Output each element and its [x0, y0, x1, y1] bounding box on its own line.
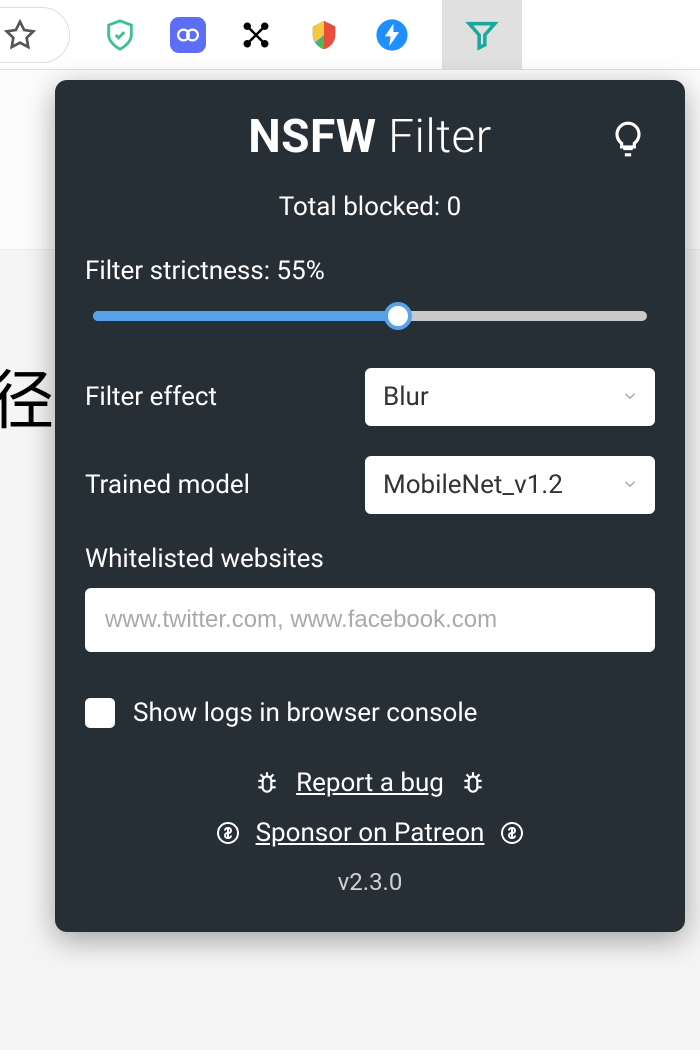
link-circle-icon	[170, 15, 206, 55]
sponsor-link[interactable]: Sponsor on Patreon	[256, 818, 485, 848]
extension-icon-lightning[interactable]	[374, 17, 410, 53]
popup-title-strong: NSFW	[248, 110, 376, 164]
extension-popup: NSFW Filter Total blocked: 0 Filter stri…	[55, 80, 685, 932]
filter-effect-label: Filter effect	[85, 382, 217, 412]
dollar-circle-icon	[216, 821, 240, 845]
show-logs-checkbox[interactable]	[85, 698, 115, 728]
extension-icon-globe[interactable]	[306, 17, 342, 53]
filter-funnel-icon	[465, 18, 499, 52]
bug-icon	[254, 770, 280, 796]
network-nodes-icon	[241, 20, 271, 50]
whitelist-input[interactable]	[85, 588, 655, 652]
lightbulb-icon	[609, 120, 647, 158]
popup-header: NSFW Filter	[85, 110, 655, 164]
star-icon	[4, 19, 36, 51]
lightning-icon	[375, 18, 409, 52]
dollar-circle-icon	[500, 821, 524, 845]
trained-model-label: Trained model	[85, 470, 250, 500]
chevron-down-icon	[621, 382, 639, 412]
bookmark-pill[interactable]	[0, 7, 70, 63]
filter-effect-select[interactable]: Blur	[365, 368, 655, 426]
extension-icon-shield[interactable]	[102, 17, 138, 53]
show-logs-label: Show logs in browser console	[133, 698, 477, 728]
trained-model-value: MobileNet_v1.2	[383, 470, 563, 500]
sponsor-row: Sponsor on Patreon	[85, 818, 655, 848]
filter-effect-row: Filter effect Blur	[85, 368, 655, 426]
background-cjk-text: 径	[0, 350, 54, 442]
extension-icon-filter-active[interactable]	[442, 0, 522, 70]
extension-icon-nodes[interactable]	[238, 17, 274, 53]
show-logs-row[interactable]: Show logs in browser console	[85, 698, 655, 728]
browser-toolbar	[0, 0, 700, 70]
filter-effect-value: Blur	[383, 382, 429, 412]
globe-shield-icon	[307, 18, 341, 52]
extension-icon-link[interactable]	[170, 17, 206, 53]
strictness-value: 55%	[276, 256, 324, 286]
report-bug-link[interactable]: Report a bug	[296, 768, 444, 798]
trained-model-row: Trained model MobileNet_v1.2	[85, 456, 655, 514]
slider-fill	[93, 311, 398, 321]
chevron-down-icon	[621, 470, 639, 500]
whitelist-label: Whitelisted websites	[85, 544, 655, 574]
total-blocked-value: 0	[447, 192, 462, 222]
report-bug-row: Report a bug	[85, 768, 655, 798]
popup-title-light: Filter	[376, 110, 491, 164]
total-blocked-text: Total blocked: 0	[85, 192, 655, 222]
strictness-label: Filter strictness: 55%	[85, 256, 655, 286]
popup-title: NSFW Filter	[85, 110, 655, 164]
shield-check-icon	[103, 18, 137, 52]
trained-model-select[interactable]: MobileNet_v1.2	[365, 456, 655, 514]
slider-thumb[interactable]	[384, 302, 412, 330]
bug-icon	[460, 770, 486, 796]
version-text: v2.3.0	[85, 868, 655, 896]
strictness-slider[interactable]	[93, 302, 647, 330]
theme-toggle-button[interactable]	[609, 120, 647, 162]
